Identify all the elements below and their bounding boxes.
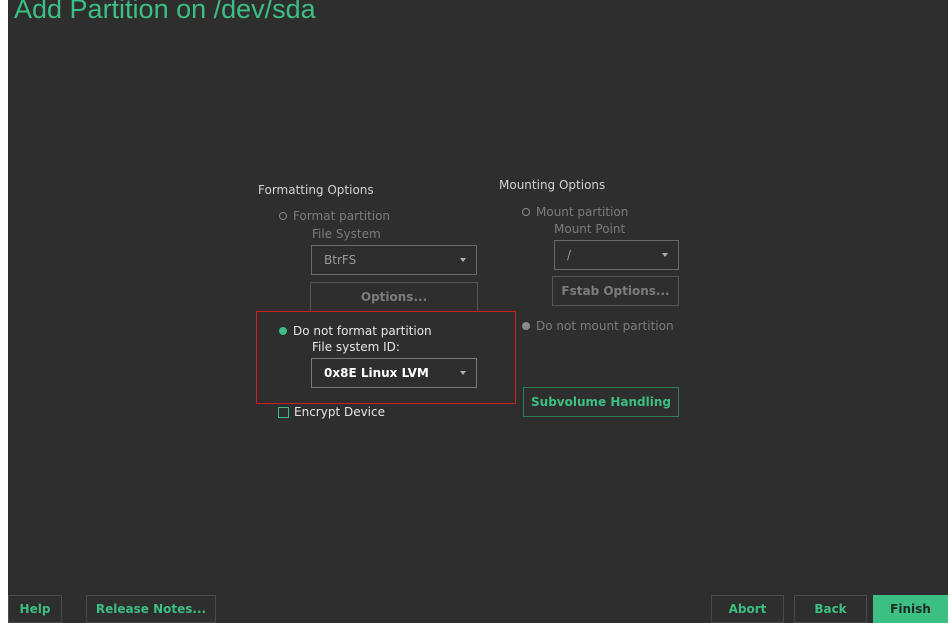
mounting-options-title: Mounting Options — [499, 178, 606, 192]
do-not-format-label: Do not format partition — [293, 324, 432, 338]
chevron-down-icon — [460, 258, 466, 262]
do-not-mount-radio[interactable]: Do not mount partition — [522, 319, 674, 333]
chevron-down-icon — [460, 371, 466, 375]
help-button[interactable]: Help — [8, 595, 62, 623]
subvolume-handling-button[interactable]: Subvolume Handling — [523, 387, 679, 417]
do-not-mount-label: Do not mount partition — [536, 319, 674, 333]
chevron-down-icon — [662, 253, 668, 257]
mount-partition-radio[interactable]: Mount partition — [522, 205, 628, 219]
file-system-id-combo[interactable]: 0x8E Linux LVM — [311, 358, 477, 388]
encrypt-device-checkbox[interactable]: Encrypt Device — [278, 405, 385, 419]
partition-dialog: Add Partition on /dev/sda Formatting Opt… — [8, 0, 948, 623]
page-title: Add Partition on /dev/sda — [14, 0, 316, 24]
file-system-combo[interactable]: BtrFS — [311, 245, 477, 275]
radio-icon — [522, 322, 530, 330]
file-system-label: File System — [312, 227, 381, 241]
checkbox-icon — [278, 406, 289, 418]
formatting-options-title: Formatting Options — [258, 183, 374, 197]
abort-button[interactable]: Abort — [711, 595, 784, 623]
mount-point-value: / — [567, 248, 572, 262]
finish-button[interactable]: Finish — [873, 595, 948, 623]
file-system-value: BtrFS — [324, 253, 357, 267]
format-partition-label: Format partition — [293, 209, 391, 223]
options-button[interactable]: Options... — [310, 282, 478, 312]
format-partition-radio[interactable]: Format partition — [279, 209, 390, 223]
mount-point-combo[interactable]: / — [554, 240, 679, 270]
mount-point-label: Mount Point — [554, 222, 626, 236]
radio-icon — [522, 208, 530, 216]
file-system-id-label: File system ID: — [312, 340, 400, 354]
mount-partition-label: Mount partition — [536, 205, 629, 219]
radio-selected-icon — [279, 327, 287, 335]
fstab-options-button[interactable]: Fstab Options... — [552, 276, 679, 306]
radio-icon — [279, 212, 287, 220]
file-system-id-value: 0x8E Linux LVM — [324, 366, 429, 380]
back-button[interactable]: Back — [794, 595, 867, 623]
encrypt-device-label: Encrypt Device — [294, 405, 385, 419]
release-notes-button[interactable]: Release Notes... — [86, 595, 216, 623]
do-not-format-radio[interactable]: Do not format partition — [279, 324, 432, 338]
